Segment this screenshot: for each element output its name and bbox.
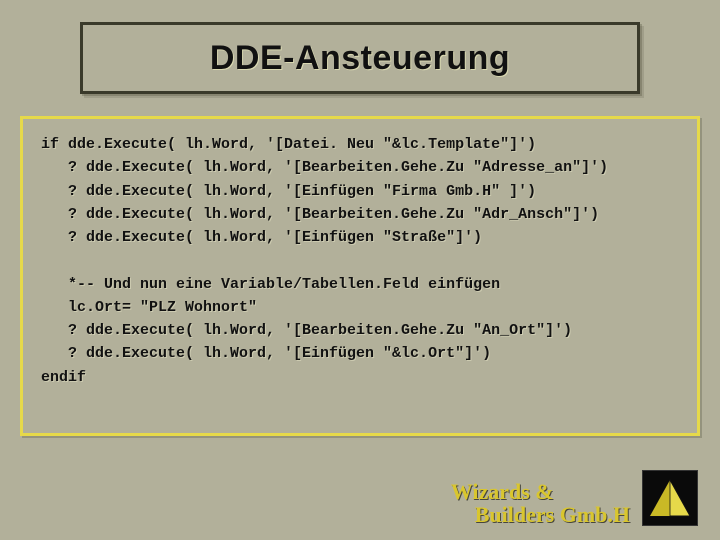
footer-line2: Builders Gmb.H xyxy=(451,503,630,526)
code-block: if dde.Execute( lh.Word, '[Datei. Neu "&… xyxy=(41,133,679,389)
title-panel: DDE-Ansteuerung xyxy=(80,22,640,94)
code-panel: if dde.Execute( lh.Word, '[Datei. Neu "&… xyxy=(20,116,700,436)
company-logo xyxy=(642,470,698,526)
footer: Wizards & Builders Gmb.H xyxy=(451,470,698,526)
footer-line1: Wizards & xyxy=(451,479,554,504)
pyramid-icon xyxy=(646,474,694,522)
slide-title: DDE-Ansteuerung xyxy=(210,39,510,78)
footer-text: Wizards & Builders Gmb.H xyxy=(451,480,630,526)
